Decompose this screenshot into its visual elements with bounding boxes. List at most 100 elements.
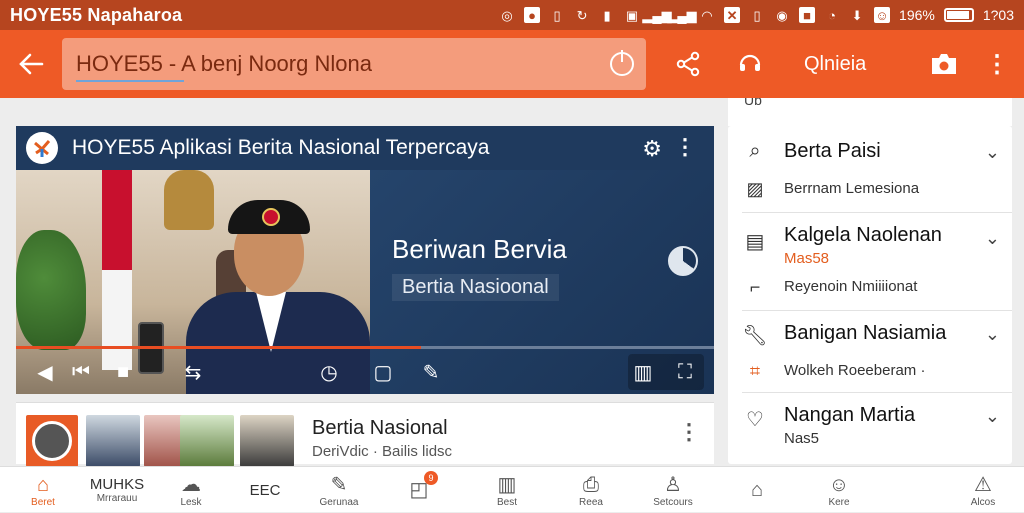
nav-label: Reea — [579, 496, 603, 508]
x-icon: ✕ — [724, 7, 741, 23]
pen-icon[interactable]: ✎ — [416, 358, 446, 386]
side-item-label: Kalgela Naolenan — [784, 224, 942, 246]
side-item-label: Berta Paisi — [784, 140, 881, 162]
stop-icon[interactable]: ■ — [108, 358, 138, 386]
frame-icon: ⌐ — [749, 276, 761, 297]
person-icon: ♙ — [664, 473, 682, 496]
thumbnail-3[interactable] — [180, 415, 234, 467]
side-panel-partial: Ub — [744, 98, 762, 108]
headset-icon[interactable] — [728, 30, 772, 98]
clock: 1?03 — [982, 7, 1014, 23]
video-progress-fill — [16, 346, 421, 349]
fullscreen-icon[interactable]: ⛶ — [670, 358, 700, 386]
home-icon: ⌂ — [36, 473, 50, 496]
thumbnail-1[interactable] — [86, 415, 140, 467]
clipboard-icon: ■ — [799, 7, 816, 23]
nav-label: Best — [496, 496, 517, 508]
nav-eec[interactable]: EEC — [230, 467, 300, 513]
video-progress-bar[interactable] — [16, 346, 714, 349]
sync-icon: ↻ — [576, 7, 588, 23]
nav-best[interactable]: ▥ Best — [472, 467, 542, 513]
nav-reea[interactable]: ⎙ Reea — [556, 467, 626, 513]
side-item-label: Nangan Martia — [784, 404, 916, 426]
storage-icon: ▮ — [603, 7, 611, 23]
toolbar — [0, 30, 1024, 98]
search-bar[interactable] — [62, 38, 646, 90]
plant-decoration — [16, 230, 86, 350]
back-arrow-icon[interactable] — [0, 30, 62, 98]
video-player[interactable]: HOYE55 Aplikasi Berita Nasional Terperca… — [16, 126, 714, 394]
video-subline: Bertia Nasioonal — [392, 274, 559, 301]
nav-home[interactable]: ⌂ Beret — [8, 467, 78, 513]
notification-badge: 9 — [424, 471, 438, 485]
info-subtitle: DeriVdic · Bailis lidsc — [312, 443, 453, 460]
nav-muhks[interactable]: MUHKS Mrrarauu — [82, 467, 152, 513]
vibrate-icon: ▯ — [753, 7, 761, 23]
chevron-down-icon[interactable]: ⌄ — [985, 324, 1000, 345]
location-icon: ◉ — [776, 7, 788, 23]
side-item-tag: Mas58 — [784, 250, 830, 267]
bottom-navigation: ⌂ Beret MUHKS Mrrarauu ☁ Lesk EEC ✎ Geru… — [0, 466, 1024, 512]
square-icon[interactable]: ▢ — [368, 358, 398, 386]
side-panel-top: Ub — [728, 98, 1012, 126]
book-icon[interactable]: ▥ — [628, 358, 658, 386]
loading-pie-icon — [668, 246, 698, 276]
camera-icon[interactable] — [922, 30, 966, 98]
side-item-sub: Wolkeh Roeeberam · — [784, 362, 926, 379]
alert-icon: ⚠ — [974, 473, 992, 496]
search-input[interactable] — [76, 51, 596, 77]
house-icon: ⌂ — [750, 479, 764, 501]
nav-notifications[interactable]: ◰ 9 — [384, 467, 454, 513]
chevron-down-icon[interactable]: ⌄ — [985, 406, 1000, 427]
signal-icon: ▂▄▆ — [642, 7, 672, 23]
link-icon: ◎ — [501, 7, 513, 23]
nav-label: Alcos — [970, 496, 996, 508]
nav-home-outline[interactable]: ⌂ — [722, 467, 792, 513]
skip-back-icon[interactable]: ⏮ — [66, 358, 96, 386]
cloud-icon: ☁ — [181, 473, 201, 496]
status-bar: HOYE55 Napaharoa ◎ ● ▯ ↻ ▮ ▣ ▂▄▆ ▂▄▆ ◠ ✕… — [0, 0, 1024, 30]
printer-icon: ⎙ — [583, 473, 599, 496]
more-vert-icon[interactable]: ⋮ — [980, 30, 1014, 98]
input-underline — [76, 80, 184, 82]
side-item-label: Banigan Nasiamia — [784, 322, 947, 344]
chevron-down-icon[interactable]: ⌄ — [985, 228, 1000, 249]
nav-title: MUHKS — [89, 476, 145, 493]
edit-icon: ✎ — [330, 473, 348, 496]
video-info-row[interactable]: Bertia Nasional DeriVdic · Bailis lidsc … — [16, 402, 714, 467]
nav-edit[interactable]: ✎ Gerunaa — [304, 467, 374, 513]
share-icon[interactable] — [666, 30, 710, 98]
sim-icon: ▯ — [553, 7, 561, 23]
nav-kere[interactable]: ☺ Kere — [804, 467, 874, 513]
video-more-icon[interactable]: ⋮ — [674, 134, 696, 160]
document-icon: ▤ — [745, 230, 765, 253]
nav-profile[interactable]: ♙ Setcours — [638, 467, 708, 513]
thumbnail-4[interactable] — [240, 415, 294, 467]
tool-icon: 🔧︎ — [742, 324, 768, 347]
chat-icon: ☺ — [828, 473, 850, 496]
play-reverse-icon[interactable]: ◀ — [30, 358, 60, 386]
side-item-sub: Reyenoin Nmiiiionat — [784, 278, 918, 295]
split-icon[interactable]: ⇆ — [178, 358, 208, 386]
info-title: Bertia Nasional — [312, 417, 448, 439]
channel-logo[interactable] — [26, 132, 58, 164]
nav-alcos[interactable]: ⚠ Alcos — [948, 467, 1018, 513]
notification-icon: ● — [524, 7, 541, 23]
channel-thumb[interactable] — [26, 415, 78, 467]
timer-icon[interactable]: ◷ — [314, 358, 344, 386]
side-item-sub: Berrnam Lemesiona — [784, 180, 920, 197]
nav-label: Kere — [828, 496, 850, 508]
signal2-icon: ▂▄▆ — [667, 7, 697, 23]
info-more-icon[interactable]: ⋮ — [678, 419, 700, 445]
app-icon: ☺ — [874, 7, 891, 23]
nav-label: Beret — [31, 496, 55, 508]
chevron-down-icon[interactable]: ⌄ — [985, 142, 1000, 163]
settings-gear-icon[interactable]: ⚙ — [642, 136, 662, 162]
graph-icon: ⌗ — [749, 360, 761, 381]
status-icons: ◎ ● ▯ ↻ ▮ ▣ ▂▄▆ ▂▄▆ ◠ ✕ ▯ ◉ ■ ◔ ⬇ ☺ 196%… — [499, 7, 1014, 23]
profile-label[interactable]: Qlnieia — [804, 30, 866, 98]
video-header: HOYE55 Aplikasi Berita Nasional Terperca… — [16, 126, 714, 170]
nav-cloud[interactable]: ☁ Lesk — [156, 467, 226, 513]
video-headline: Beriwan Bervia — [392, 234, 567, 264]
power-icon[interactable] — [610, 50, 634, 76]
